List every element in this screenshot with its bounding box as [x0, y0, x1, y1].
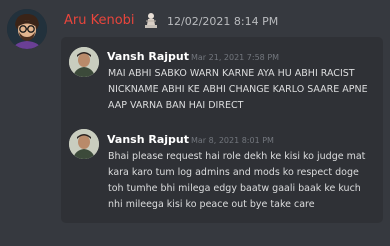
quoted-author-name[interactable]: Vansh Rajput: [107, 50, 189, 63]
character-avatar-icon: [7, 9, 47, 49]
figure-badge-icon: [143, 12, 159, 29]
quoted-timestamp: Mar 21, 2021 7:58 PM: [191, 53, 280, 62]
quoted-author-avatar[interactable]: [69, 47, 99, 77]
quoted-message-text: MAI ABHI SABKO WARN KARNE AYA HU ABHI RA…: [108, 68, 368, 111]
quoted-author-avatar[interactable]: [69, 129, 99, 159]
author-avatar[interactable]: [7, 9, 47, 49]
quoted-author-name[interactable]: Vansh Rajput: [107, 133, 189, 146]
quoted-timestamp: Mar 8, 2021 8:01 PM: [191, 136, 274, 145]
quoted-messages-card: Vansh Rajput Mar 21, 2021 7:58 PM MAI AB…: [61, 37, 383, 223]
message-timestamp: 12/02/2021 8:14 PM: [167, 15, 279, 28]
author-username[interactable]: Aru Kenobi: [64, 13, 135, 28]
quoted-message-text: Bhai please request hai role dekh ke kis…: [108, 151, 366, 210]
